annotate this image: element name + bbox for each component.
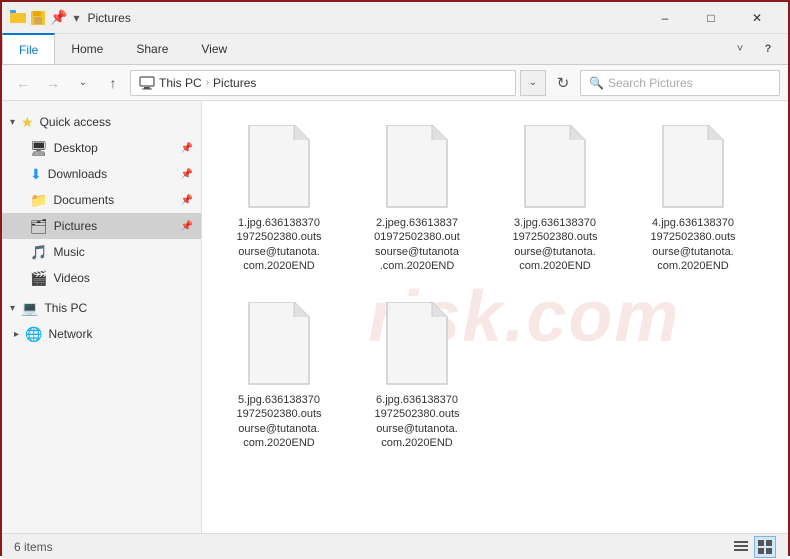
sidebar-item-videos[interactable]: 🎬 Videos (2, 265, 201, 291)
address-dropdown-button[interactable]: ⌄ (520, 70, 546, 96)
sidebar-thispc-label: This PC (44, 301, 87, 315)
file-item-3[interactable]: 3.jpg.6361383701972502380.outsourse@tuta… (490, 113, 620, 282)
status-bar: 6 items (2, 533, 788, 559)
desktop-icon: 🖥 (30, 140, 48, 157)
sidebar-documents-label: Documents (53, 193, 114, 207)
search-placeholder: Search Pictures (608, 76, 693, 90)
sidebar-network-label: Network (48, 327, 92, 341)
file-name-5: 5.jpg.6361383701972502380.outsourse@tuta… (236, 393, 321, 450)
file-item-4[interactable]: 4.jpg.6361383701972502380.outsourse@tuta… (628, 113, 758, 282)
files-grid: 1.jpg.6361383701972502380.outsourse@tuta… (214, 113, 776, 459)
sidebar-item-network[interactable]: ▸ 🌐 Network (2, 321, 201, 347)
sidebar: ▾ ★ Quick access 🖥 Desktop 📌 ⬇ Downloads… (2, 101, 202, 533)
window-controls: – □ ✕ (642, 2, 780, 34)
title-icon-group: 📌 ▾ (10, 9, 79, 26)
back-button[interactable]: ← (10, 70, 36, 96)
ribbon-right-controls: ˅ ? (728, 34, 788, 64)
window-title: Pictures (87, 11, 642, 25)
sidebar-item-downloads[interactable]: ⬇ Downloads 📌 (2, 161, 201, 187)
sidebar-item-documents[interactable]: 📁 Documents 📌 (2, 187, 201, 213)
pin-icon-documents: 📌 (181, 195, 193, 206)
list-view-icon (733, 539, 749, 555)
file-name-4: 4.jpg.6361383701972502380.outsourse@tuta… (650, 216, 735, 273)
address-path[interactable]: This PC › Pictures (130, 70, 516, 96)
pin-icon-desktop: 📌 (181, 143, 193, 154)
item-count: 6 items (14, 540, 53, 554)
ribbon-tab-bar: File Home Share View ˅ ? (2, 34, 788, 64)
sidebar-quick-access[interactable]: ▾ ★ Quick access (2, 109, 201, 135)
pictures-icon: 🗂 (30, 218, 48, 235)
close-button[interactable]: ✕ (734, 2, 780, 34)
network-icon: 🌐 (25, 326, 42, 343)
minimize-button[interactable]: – (642, 2, 688, 34)
window-icon (10, 10, 26, 26)
pin-icon-downloads: 📌 (181, 169, 193, 180)
pin-icon: 📌 (50, 9, 67, 26)
grid-view-icon (757, 539, 773, 555)
sidebar-desktop-label: Desktop (54, 141, 98, 155)
tab-view[interactable]: View (185, 34, 244, 64)
file-name-2: 2.jpeg.6361383701972502380.outsourse@tut… (374, 216, 460, 273)
file-area: risk.com 1.jpg.6361383701972502380.outso… (202, 101, 788, 533)
dropdown-arrow[interactable]: ▾ (73, 11, 79, 25)
sidebar-videos-label: Videos (53, 271, 89, 285)
music-icon: 🎵 (30, 244, 47, 261)
save-icon (30, 10, 46, 26)
file-icon-2 (377, 122, 457, 212)
view-controls (730, 536, 776, 558)
file-item-1[interactable]: 1.jpg.6361383701972502380.outsourse@tuta… (214, 113, 344, 282)
grid-view-button[interactable] (754, 536, 776, 558)
nav-dropdown-button[interactable]: ⌄ (70, 70, 96, 96)
main-content: ▾ ★ Quick access 🖥 Desktop 📌 ⬇ Downloads… (2, 101, 788, 533)
computer-icon: 💻 (21, 300, 38, 317)
sidebar-item-desktop[interactable]: 🖥 Desktop 📌 (2, 135, 201, 161)
downloads-icon: ⬇ (30, 166, 42, 183)
title-bar: 📌 ▾ Pictures – □ ✕ (2, 2, 788, 34)
videos-icon: 🎬 (30, 270, 47, 287)
documents-icon: 📁 (30, 192, 47, 209)
help-button[interactable]: ? (756, 37, 780, 61)
file-icon-3 (515, 122, 595, 212)
pin-icon-pictures: 📌 (181, 221, 193, 232)
path-this-pc[interactable]: This PC (159, 76, 202, 90)
forward-button[interactable]: → (40, 70, 66, 96)
sidebar-item-pictures[interactable]: 🗂 Pictures 📌 (2, 213, 201, 239)
file-name-6: 6.jpg.6361383701972502380.outsourse@tuta… (374, 393, 459, 450)
tab-home[interactable]: Home (55, 34, 120, 64)
tab-share[interactable]: Share (120, 34, 185, 64)
ribbon: File Home Share View ˅ ? (2, 34, 788, 65)
file-icon-1 (239, 122, 319, 212)
refresh-button[interactable]: ↻ (550, 70, 576, 96)
ribbon-collapse-button[interactable]: ˅ (728, 37, 752, 61)
file-icon-4 (653, 122, 733, 212)
sidebar-downloads-label: Downloads (48, 167, 107, 181)
file-item-5[interactable]: 5.jpg.6361383701972502380.outsourse@tuta… (214, 290, 344, 459)
maximize-button[interactable]: □ (688, 2, 734, 34)
list-view-button[interactable] (730, 536, 752, 558)
file-item-2[interactable]: 2.jpeg.6361383701972502380.outsourse@tut… (352, 113, 482, 282)
sidebar-music-label: Music (53, 245, 84, 259)
sidebar-item-music[interactable]: 🎵 Music (2, 239, 201, 265)
file-item-6[interactable]: 6.jpg.6361383701972502380.outsourse@tuta… (352, 290, 482, 459)
sidebar-pictures-label: Pictures (54, 219, 97, 233)
file-name-3: 3.jpg.6361383701972502380.outsourse@tuta… (512, 216, 597, 273)
path-sep-1: › (206, 77, 209, 88)
search-box[interactable]: 🔍 Search Pictures (580, 70, 780, 96)
tab-file[interactable]: File (2, 33, 55, 64)
address-bar: ← → ⌄ ↑ This PC › Pictures ⌄ ↻ 🔍 Search … (2, 65, 788, 101)
quick-access-label: Quick access (40, 115, 111, 129)
search-icon: 🔍 (589, 76, 604, 90)
path-pictures[interactable]: Pictures (213, 76, 256, 90)
computer-icon (139, 76, 155, 90)
sidebar-this-pc[interactable]: ▾ 💻 This PC (2, 295, 201, 321)
up-button[interactable]: ↑ (100, 70, 126, 96)
file-name-1: 1.jpg.6361383701972502380.outsourse@tuta… (236, 216, 321, 273)
file-icon-5 (239, 299, 319, 389)
file-icon-6 (377, 299, 457, 389)
